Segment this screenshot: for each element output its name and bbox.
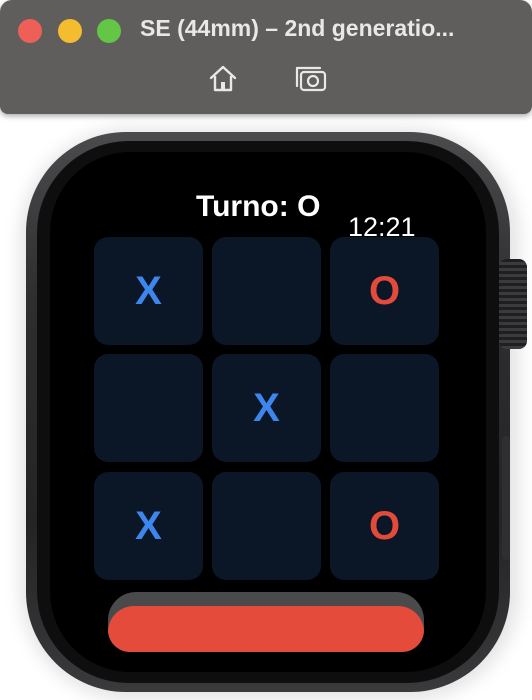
zoom-window-button[interactable] [97,19,121,43]
board-cell-1-2[interactable] [330,354,439,462]
cell-mark: X [135,503,162,548]
board-cell-0-2[interactable]: O [330,237,439,345]
cell-mark: O [368,503,401,548]
simulator-title-bar: SE (44mm) – 2nd generatio... [0,0,532,114]
side-button[interactable] [502,436,510,560]
minimize-window-button[interactable] [58,19,82,43]
board-cell-2-2[interactable]: O [330,472,439,580]
home-button[interactable] [206,62,240,96]
home-icon [209,65,237,92]
close-window-button[interactable] [18,19,42,43]
cell-mark: O [368,268,401,313]
board-cell-1-1[interactable]: X [212,354,321,462]
screenshot-button[interactable] [294,62,328,96]
digital-crown[interactable] [499,259,527,349]
tic-tac-toe-board: X O X X O [94,237,440,583]
reset-game-button[interactable] [108,592,424,652]
watch-screen: Turno: O 12:21 X O X X O [50,152,486,672]
cell-mark: X [135,268,162,313]
window-title: SE (44mm) – 2nd generatio... [140,15,455,41]
board-cell-1-0[interactable] [94,354,203,462]
camera-icon [295,66,327,92]
board-cell-0-0[interactable]: X [94,237,203,345]
turn-label: Turno: O [196,190,321,223]
board-cell-2-1[interactable] [212,472,321,580]
reset-button-fill [108,606,424,652]
cell-mark: X [253,385,280,430]
board-cell-2-0[interactable]: X [94,472,203,580]
board-cell-0-1[interactable] [212,237,321,345]
